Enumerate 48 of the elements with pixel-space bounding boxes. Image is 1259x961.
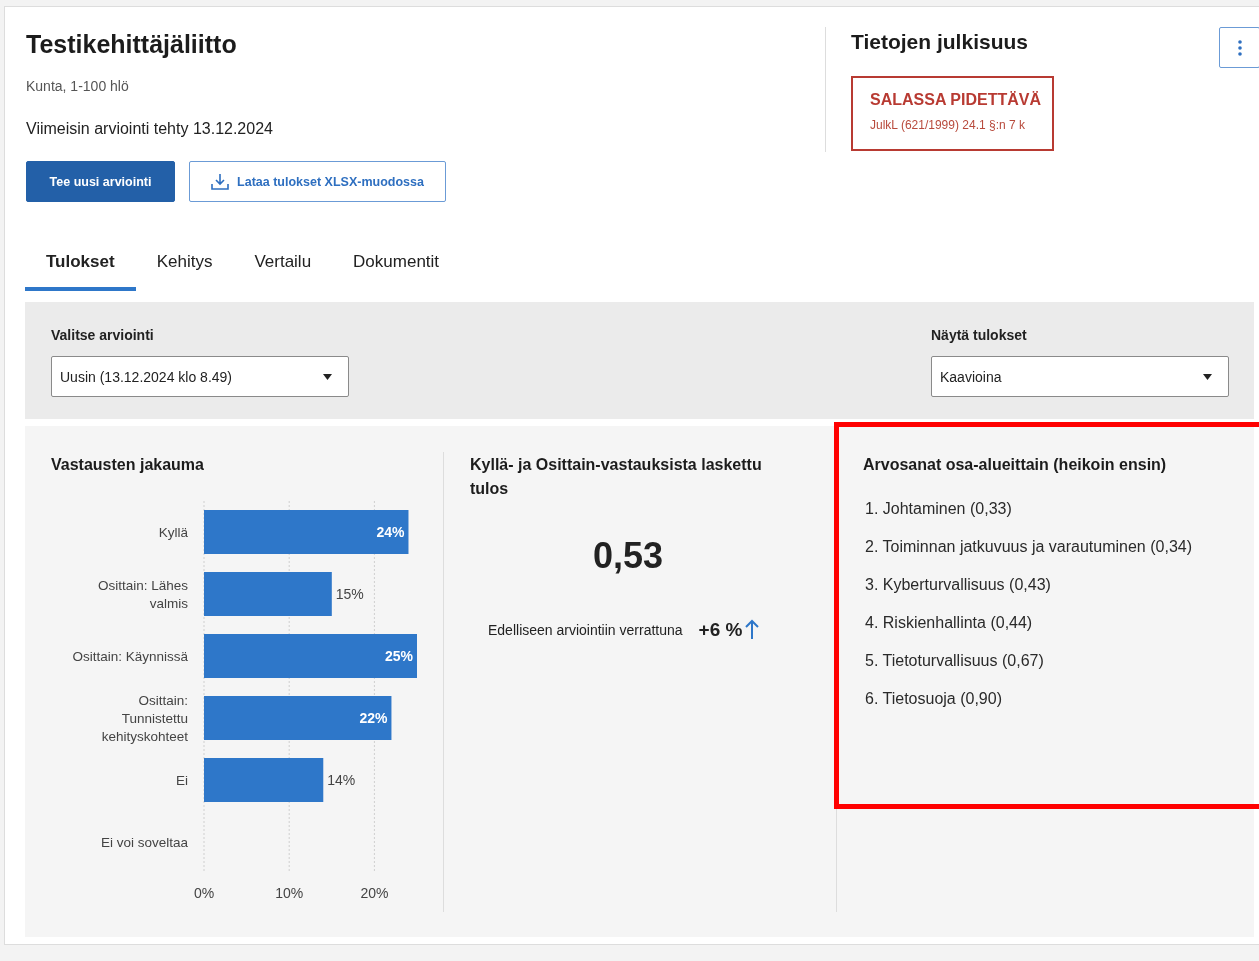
ratings-title: Arvosanat osa-alueittain (heikoin ensin): [863, 455, 1167, 475]
axis-tick-label: 20%: [360, 885, 389, 901]
rating-item: 4. Riskienhallinta (0,44): [865, 613, 1033, 633]
rating-item: 2. Toiminnan jatkuvuus ja varautuminen (0,34): [865, 537, 1192, 557]
score-value: 0,53: [592, 535, 664, 577]
field-label: Valitse arviointi: [51, 327, 154, 343]
legal-basis: JulkL (621/1999) 24.1 §:n 7 k: [870, 118, 1025, 132]
rating-item: 5. Tietoturvallisuus (0,67): [865, 651, 1044, 671]
rating-item: 6. Tietosuoja (0,90): [865, 689, 1002, 709]
up-arrow-icon: [745, 619, 760, 641]
score-title: Kyllä- ja Osittain-vastauksista laskettu tulos: [470, 455, 763, 499]
bar-value-label: 25%: [384, 648, 413, 664]
category-label: Osittain: Tunnistettu kehityskohteet: [101, 693, 188, 744]
display-select[interactable]: Kaavioina: [931, 356, 1229, 397]
category-label: Osittain: Käynnissä: [72, 649, 188, 664]
tab[interactable]: Kehitys: [135, 252, 234, 291]
tab[interactable]: Dokumentit: [332, 252, 461, 291]
comparison-label: Edelliseen arviointiin verrattuna: [488, 622, 683, 638]
category-label: Osittain: Lähes valmis: [97, 578, 188, 611]
rating-item: 1. Johtaminen (0,33): [865, 499, 1012, 519]
bar-value-label: 15%: [335, 586, 364, 602]
last-assessment-text: Viimeisin arviointi tehty 13.12.2024: [26, 120, 273, 138]
axis-tick-label: 0%: [193, 885, 215, 901]
download-icon: [211, 172, 230, 191]
axis-tick-label: 10%: [275, 885, 304, 901]
organization-type: Kunta, 1-100 hlö: [26, 78, 129, 94]
category-label: Kyllä: [158, 525, 188, 540]
download-button[interactable]: Lataa tulokset XLSX-muodossa: [189, 161, 446, 202]
new-assessment-button[interactable]: Tee uusi arviointi: [26, 161, 175, 202]
assessment-select[interactable]: Uusin (13.12.2024 klo 8.49): [51, 356, 349, 397]
organization-title: Testikehittäjäliitto: [26, 29, 237, 60]
tab[interactable]: Tulokset: [25, 252, 136, 291]
dropdown-caret-icon: [323, 373, 332, 380]
more-menu-button[interactable]: [1219, 27, 1259, 68]
tab[interactable]: Vertailu: [233, 252, 333, 291]
category-label: Ei: [176, 773, 188, 788]
change-value: +6 %: [698, 619, 743, 641]
dropdown-caret-icon: [1203, 373, 1212, 380]
bar-value-label: 14%: [327, 772, 356, 788]
field-label: Näytä tulokset: [931, 327, 1027, 343]
more-icon: [1237, 39, 1242, 56]
chart-title: Vastausten jakauma: [51, 455, 204, 475]
rating-item: 3. Kyberturvallisuus (0,43): [865, 575, 1051, 595]
publicity-heading: Tietojen julkisuus: [851, 29, 1028, 55]
confidentiality-status: SALASSA PIDETTÄVÄ: [870, 91, 1041, 109]
bar-value-label: 22%: [359, 710, 388, 726]
bar-value-label: 24%: [376, 524, 405, 540]
category-label: Ei voi soveltaa: [100, 835, 188, 850]
